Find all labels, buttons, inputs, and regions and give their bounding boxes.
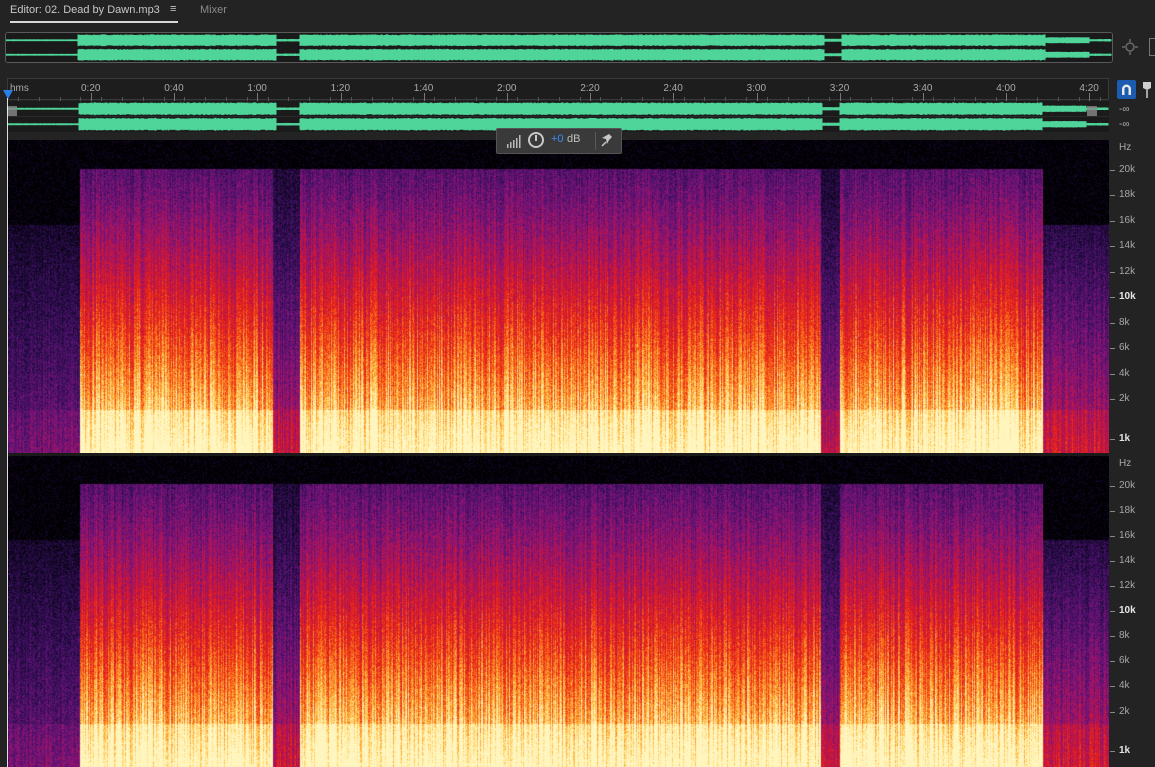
frequency-label: 6k: [1119, 655, 1130, 667]
level-meter-icon: [507, 135, 521, 148]
snap-toggle-button[interactable]: [1117, 80, 1136, 99]
snap-magnet-icon: [1122, 84, 1131, 95]
frequency-tick: [1110, 586, 1115, 588]
frequency-label: 8k: [1119, 316, 1130, 328]
hud-divider: [595, 132, 596, 150]
frequency-unit-label: Hz: [1119, 142, 1132, 153]
ruler-tick: [340, 93, 342, 101]
ruler-tick: [1006, 93, 1008, 101]
frequency-tick: [1110, 297, 1115, 299]
left-channel-level: -∞: [1119, 104, 1130, 115]
spectral-view-left-channel[interactable]: [8, 140, 1109, 453]
frequency-tick: [1110, 686, 1115, 688]
frequency-label: 18k: [1119, 189, 1136, 201]
frequency-label: 12k: [1119, 265, 1136, 277]
frequency-label: 8k: [1119, 630, 1130, 642]
frequency-label: 18k: [1119, 505, 1136, 517]
frequency-label: 1k: [1119, 433, 1131, 444]
frequency-tick: [1110, 195, 1115, 197]
zoom-navigator-icon[interactable]: [1121, 38, 1139, 56]
frequency-tick: [1110, 536, 1115, 538]
ruler-tick: [923, 93, 924, 101]
ruler-tick: [423, 93, 425, 101]
frequency-tick: [1110, 611, 1115, 613]
spectral-view-right-channel[interactable]: [8, 456, 1109, 767]
overview-waveform: [6, 33, 1112, 62]
frequency-tick: [1110, 246, 1115, 248]
ruler-tick: [174, 93, 176, 101]
frequency-tick: [1110, 486, 1115, 487]
frequency-tick: [1110, 711, 1115, 713]
marker-pin-icon[interactable]: [1142, 81, 1152, 99]
tab-mixer[interactable]: Mixer: [200, 4, 227, 16]
frequency-tick: [1110, 511, 1115, 513]
playhead-handle[interactable]: [3, 90, 13, 99]
frequency-tick: [1110, 751, 1115, 752]
pin-icon[interactable]: [600, 132, 614, 148]
ruler-tick: [590, 93, 592, 101]
ruler-tick: [756, 93, 758, 101]
frequency-unit-label: Hz: [1119, 458, 1132, 469]
frequency-tick: [1110, 661, 1115, 663]
frequency-tick: [1110, 348, 1115, 350]
frequency-label: 2k: [1119, 392, 1130, 404]
frequency-scale-right: Hz 20k 18k 16k 14k 12k 10k 8k 6k 4k 2k 1k: [1109, 456, 1155, 767]
frequency-label: 4k: [1119, 367, 1130, 379]
frequency-label: 4k: [1119, 680, 1130, 692]
frequency-label: 10k: [1119, 605, 1136, 617]
frequency-tick: [1110, 322, 1115, 324]
frequency-label: 10k: [1119, 291, 1136, 303]
volume-knob-icon[interactable]: [528, 132, 544, 148]
ruler-tick: [1089, 93, 1091, 101]
frequency-label: 20k: [1119, 480, 1136, 491]
ruler-tick: [839, 93, 841, 101]
frequency-tick: [1110, 398, 1115, 400]
frequency-label: 16k: [1119, 530, 1136, 542]
time-ruler[interactable]: hms 0:20 0:40 1:00 1:20 1:40 2:00 2:20 2:40 3:00…: [7, 78, 1109, 101]
frequency-label: 20k: [1119, 164, 1136, 175]
panel-tab-bar: Editor: 02. Dead by Dawn.mp3 ≡ Mixer: [0, 0, 1155, 26]
frequency-tick: [1110, 439, 1115, 440]
amplitude-value[interactable]: +0: [551, 133, 564, 145]
tab-editor[interactable]: Editor: 02. Dead by Dawn.mp3: [10, 4, 160, 16]
frequency-label: 2k: [1119, 705, 1130, 717]
ruler-tick: [673, 93, 675, 101]
frequency-tick: [1110, 636, 1115, 638]
frequency-tick: [1110, 373, 1115, 375]
frequency-scale-left: Hz 20k 18k 16k 14k 12k 10k 8k 6k 4k 2k 1k: [1109, 140, 1155, 455]
frequency-label: 1k: [1119, 745, 1131, 756]
amplitude-hud[interactable]: +0 dB: [496, 128, 622, 154]
amplitude-unit: dB: [567, 133, 581, 145]
ruler-tick: [91, 93, 92, 101]
overview-navigator[interactable]: [5, 32, 1113, 63]
active-tab-underline: [10, 21, 178, 23]
spectrogram-right: [8, 456, 1109, 767]
frequency-tick: [1110, 220, 1115, 222]
frequency-label: 12k: [1119, 580, 1136, 592]
tab-menu-icon[interactable]: ≡: [170, 3, 176, 15]
right-channel-level: -∞: [1119, 119, 1130, 130]
frequency-label: 6k: [1119, 342, 1130, 354]
ruler-tick: [257, 93, 259, 101]
ruler-tick: [507, 93, 508, 101]
frequency-label: 14k: [1119, 555, 1136, 567]
frequency-tick: [1110, 271, 1115, 273]
frequency-tick: [1110, 170, 1115, 171]
frequency-tick: [1110, 561, 1115, 563]
panel-edge-strip: [1149, 38, 1155, 56]
frequency-label: 16k: [1119, 214, 1136, 226]
spectrogram-left: [8, 140, 1109, 453]
playhead-line: [7, 98, 8, 767]
frequency-label: 14k: [1119, 240, 1136, 252]
